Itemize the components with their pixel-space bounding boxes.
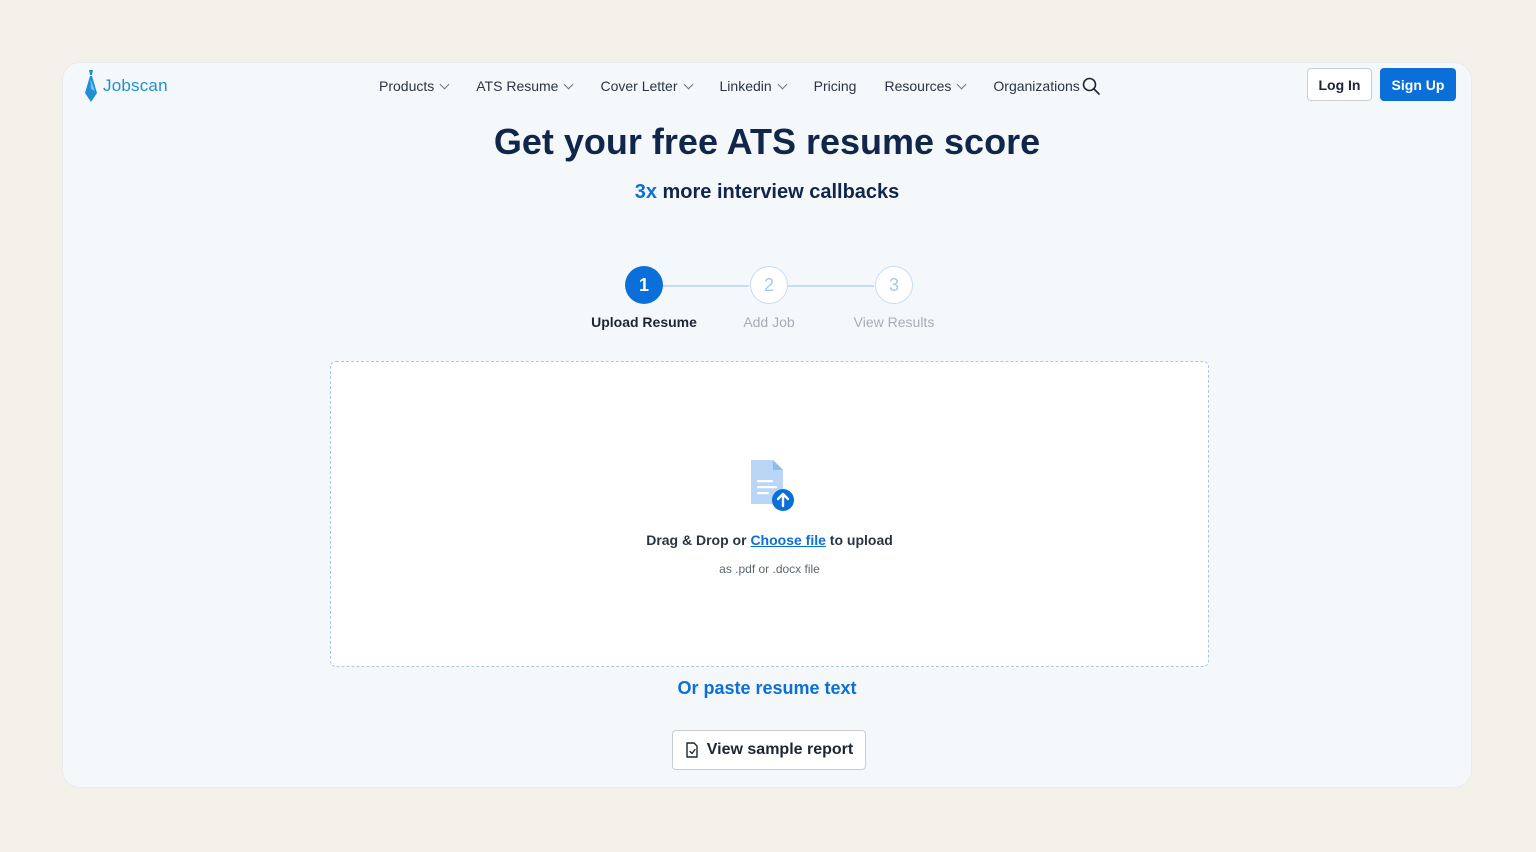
nav-resources-label: Resources (884, 78, 952, 94)
paste-resume-link[interactable]: Or paste resume text (63, 678, 1471, 699)
nav-cover-letter[interactable]: Cover Letter (600, 78, 693, 94)
chevron-down-icon (777, 79, 788, 89)
nav-linkedin[interactable]: Linkedin (719, 78, 788, 94)
nav-products-label: Products (379, 78, 435, 94)
nav-linkedin-label: Linkedin (719, 78, 772, 94)
document-upload-icon (751, 460, 794, 511)
view-sample-report-button[interactable]: View sample report (672, 730, 866, 770)
page-title: Get your free ATS resume score (493, 121, 1041, 162)
nav-cover-letter-label: Cover Letter (600, 78, 678, 94)
subtitle-accent: 3x (634, 181, 657, 203)
tie-logo-icon (85, 70, 97, 102)
nav-ats-resume-label: ATS Resume (476, 78, 559, 94)
nav-pricing-label: Pricing (813, 78, 857, 94)
nav-pricing[interactable]: Pricing (814, 78, 857, 94)
subtitle-text: more interview callbacks (656, 181, 900, 203)
login-button[interactable]: Log In (1307, 68, 1372, 101)
to-upload-text: to upload (825, 532, 893, 548)
nav-organizations[interactable]: Organizations (993, 78, 1079, 94)
document-icon (686, 742, 698, 758)
search-icon[interactable] (1081, 76, 1101, 96)
jobscan-logo[interactable]: Jobscan (83, 69, 168, 103)
main-card: Jobscan Products ATS Resume Cover Letter… (62, 62, 1472, 788)
step-number: 2 (750, 266, 788, 304)
step-label: Upload Resume (591, 314, 697, 330)
nav-products[interactable]: Products (379, 78, 450, 94)
signup-button[interactable]: Sign Up (1380, 68, 1456, 101)
drag-drop-text: Drag & Drop or (646, 532, 751, 548)
choose-file-link[interactable]: Choose file (750, 532, 825, 548)
view-sample-report-label: View sample report (706, 741, 854, 758)
page-subtitle: 3x more interview callbacks (63, 181, 1471, 204)
step-number: 1 (625, 266, 663, 304)
chevron-down-icon (439, 79, 450, 89)
nav-organizations-label: Organizations (993, 78, 1080, 94)
step-upload-resume: 1 Upload Resume (574, 266, 714, 330)
chevron-down-icon (683, 79, 693, 89)
logo-text: Jobscan (103, 76, 168, 95)
dropzone-instructions: Drag & Drop or Choose file to upload (331, 532, 1208, 548)
main-nav: Products ATS Resume Cover Letter Linkedi… (379, 75, 1108, 97)
step-number: 3 (875, 266, 913, 304)
step-label: Add Job (743, 314, 795, 330)
nav-ats-resume[interactable]: ATS Resume (476, 78, 574, 94)
resume-dropzone[interactable]: Drag & Drop or Choose file to upload as … (330, 361, 1209, 667)
chevron-down-icon (956, 79, 967, 89)
step-add-job: 2 Add Job (699, 266, 839, 330)
step-view-results: 3 View Results (824, 266, 964, 330)
chevron-down-icon (564, 79, 574, 89)
step-label: View Results (853, 314, 935, 330)
nav-resources[interactable]: Resources (884, 78, 967, 94)
file-type-hint: as .pdf or .docx file (719, 562, 820, 576)
